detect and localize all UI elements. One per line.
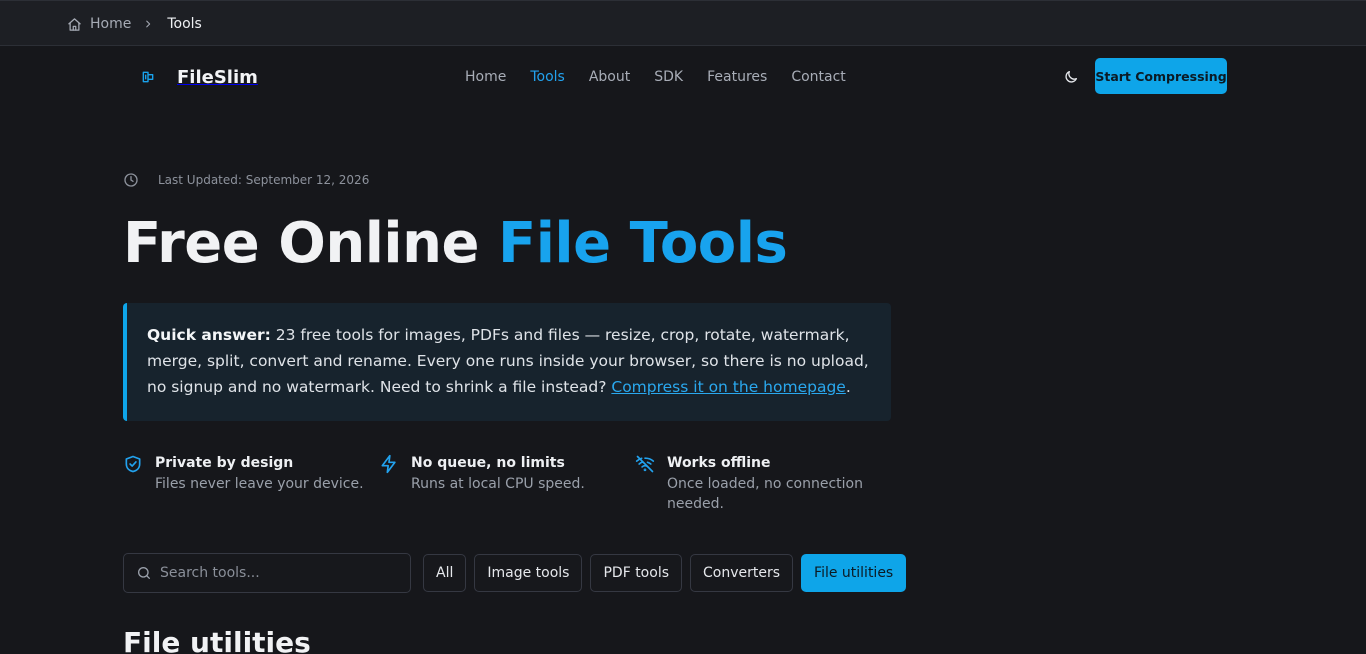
nav-tools[interactable]: Tools xyxy=(530,69,565,85)
search-box xyxy=(123,553,411,593)
section-title: File utilities xyxy=(123,626,311,654)
breadcrumb-current: Tools xyxy=(167,16,202,32)
start-compressing-button[interactable]: Start Compressing xyxy=(1095,58,1227,94)
filter-image-tools[interactable]: Image tools xyxy=(474,554,583,592)
filter-file-utilities[interactable]: File utilities xyxy=(801,554,907,592)
quick-answer-box: Quick answer: 23 free tools for images, … xyxy=(123,303,891,421)
moon-icon[interactable] xyxy=(1061,67,1081,87)
feature-desc: Files never leave your device. xyxy=(155,476,364,492)
clock-icon xyxy=(124,173,138,187)
nav-contact[interactable]: Contact xyxy=(791,69,845,85)
tool-toolbar: All Image tools PDF tools Converters Fil… xyxy=(123,553,914,593)
filter-all[interactable]: All xyxy=(423,554,467,592)
feature-item: Works offline Once loaded, no connection… xyxy=(635,452,891,514)
feature-desc: Runs at local CPU speed. xyxy=(411,476,585,492)
feature-item: No queue, no limits Runs at local CPU sp… xyxy=(379,452,635,514)
nav-sdk[interactable]: SDK xyxy=(654,69,683,85)
feature-title: Private by design xyxy=(155,455,294,471)
shield-check-icon xyxy=(125,455,141,473)
search-icon xyxy=(138,567,150,579)
site-header: FileSlim Home Tools About SDK Features C… xyxy=(0,46,1366,108)
search-input[interactable] xyxy=(160,565,390,581)
filter-pdf-tools[interactable]: PDF tools xyxy=(590,554,682,592)
nav-home[interactable]: Home xyxy=(465,69,506,85)
page-title-main: Free Online xyxy=(123,211,498,276)
chevron-right-icon xyxy=(143,19,153,29)
feature-list: Private by design Files never leave your… xyxy=(123,452,891,514)
home-icon xyxy=(68,17,81,31)
quick-answer-lead: Quick answer: xyxy=(147,326,271,344)
feature-title: Works offline xyxy=(667,455,771,471)
breadcrumb-home-link[interactable]: Home xyxy=(67,16,131,32)
nav-features[interactable]: Features xyxy=(707,69,767,85)
page-title-accent: File Tools xyxy=(497,211,788,276)
nav-about[interactable]: About xyxy=(589,69,630,85)
breadcrumb: Home Tools xyxy=(67,1,202,47)
feature-item: Private by design Files never leave your… xyxy=(123,452,379,514)
last-updated: Last Updated: September 12, 2026 xyxy=(123,171,369,189)
main-nav: Home Tools About SDK Features Contact xyxy=(465,46,870,108)
filter-converters[interactable]: Converters xyxy=(690,554,794,592)
feature-title: No queue, no limits xyxy=(411,455,565,471)
page-title: Free Online File Tools xyxy=(123,210,788,278)
lightning-icon xyxy=(381,454,396,474)
feature-desc: Once loaded, no connection needed. xyxy=(667,476,863,512)
logo-link[interactable]: FileSlim xyxy=(140,46,258,108)
breadcrumb-home-label: Home xyxy=(90,16,132,32)
wifi-off-icon xyxy=(635,455,655,473)
quick-answer-tail: . xyxy=(845,378,851,396)
compress-homepage-link[interactable]: Compress it on the homepage xyxy=(611,378,845,396)
brand-name: FileSlim xyxy=(177,66,258,88)
logo-icon xyxy=(140,69,156,85)
breadcrumb-bar: Home Tools xyxy=(0,0,1366,46)
last-updated-text: Last Updated: September 12, 2026 xyxy=(158,173,370,187)
